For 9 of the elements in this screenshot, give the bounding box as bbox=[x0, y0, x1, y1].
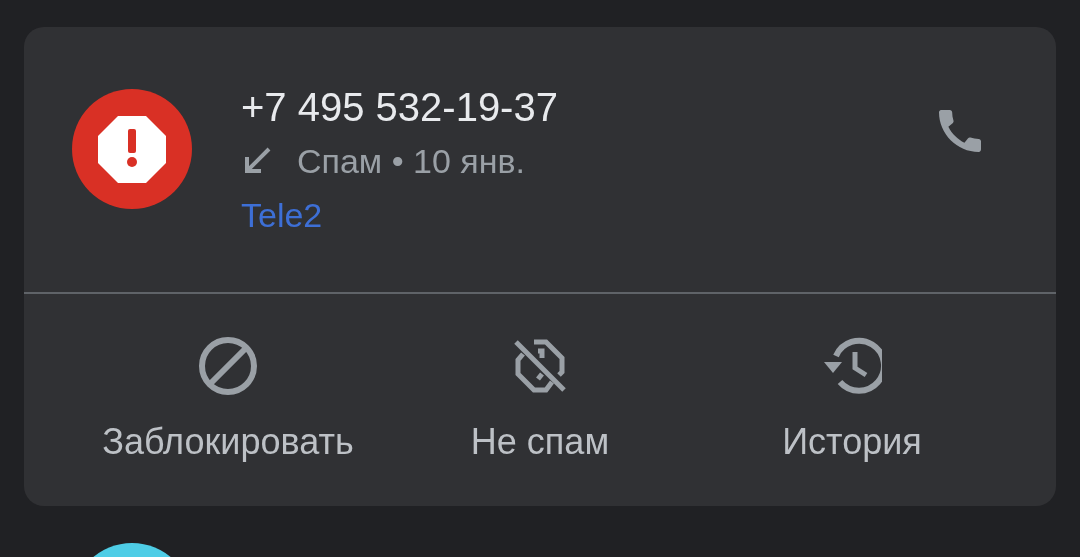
phone-number: +7 495 532-19-37 bbox=[241, 84, 558, 131]
block-icon bbox=[198, 336, 258, 396]
action-button[interactable]: История bbox=[696, 336, 1008, 466]
history-icon bbox=[822, 336, 882, 396]
call-details: Спам • 10 янв. bbox=[297, 141, 525, 182]
carrier-name: Tele2 bbox=[241, 195, 324, 236]
action-button[interactable]: Не спам bbox=[384, 336, 696, 466]
spam-warning-icon bbox=[72, 89, 192, 209]
action-button[interactable]: Заблокировать bbox=[72, 336, 384, 466]
